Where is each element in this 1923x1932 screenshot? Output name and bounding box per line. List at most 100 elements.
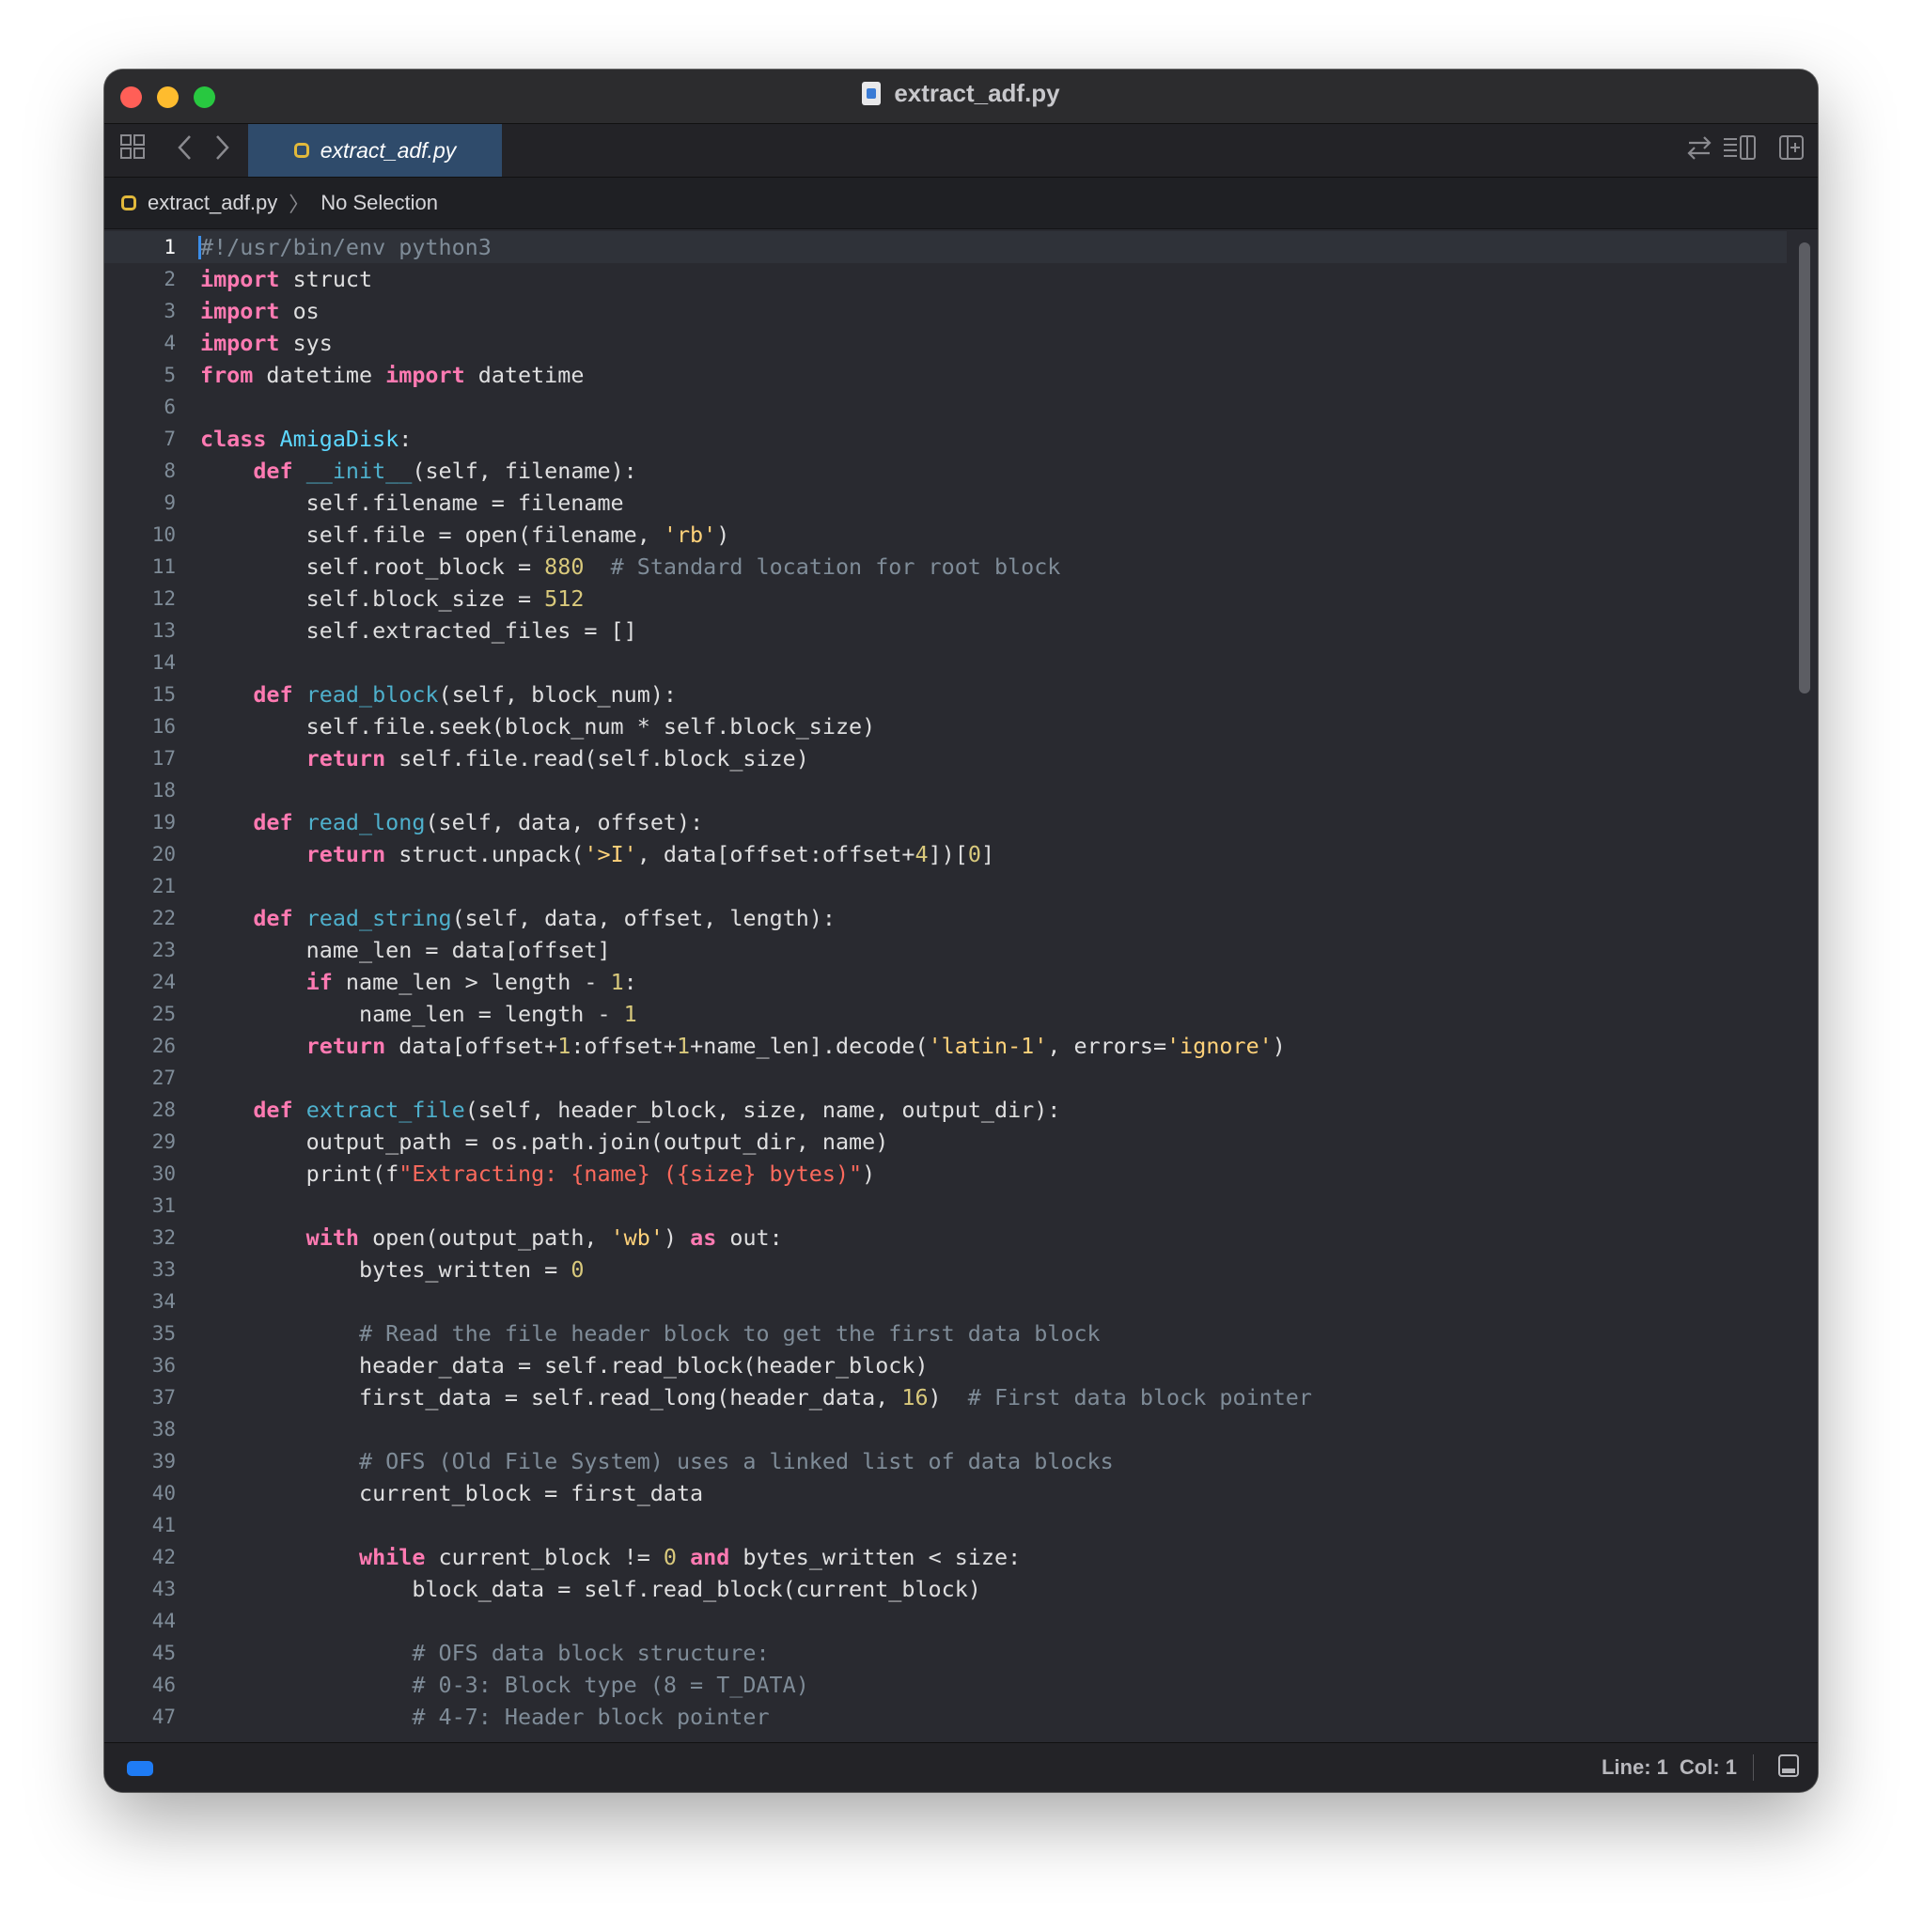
code-line[interactable]: 17 return self.file.read(self.block_size…	[104, 742, 1787, 774]
code-line[interactable]: 39 # OFS (Old File System) uses a linked…	[104, 1445, 1787, 1477]
code-line[interactable]: 6	[104, 391, 1787, 423]
code-line[interactable]: 41	[104, 1509, 1787, 1541]
code-token: )	[1272, 1033, 1286, 1059]
code-line[interactable]: 37 first_data = self.read_long(header_da…	[104, 1381, 1787, 1413]
code-line[interactable]: 45 # OFS data block structure:	[104, 1637, 1787, 1669]
code-line[interactable]: 38	[104, 1413, 1787, 1445]
code-line[interactable]: 18	[104, 774, 1787, 806]
code-line[interactable]: 19 def read_long(self, data, offset):	[104, 806, 1787, 838]
code-token: bytes_written =	[200, 1256, 571, 1283]
code-token: while	[359, 1544, 426, 1570]
code-line[interactable]: 33 bytes_written = 0	[104, 1254, 1787, 1285]
line-number: 27	[151, 1067, 176, 1089]
code-text: class AmigaDisk:	[200, 423, 412, 455]
code-line[interactable]: 35 # Read the file header block to get t…	[104, 1317, 1787, 1349]
line-number: 29	[151, 1130, 176, 1153]
code-token: )	[862, 1161, 876, 1187]
line-indicator: Line: 1	[1601, 1755, 1668, 1779]
code-line[interactable]: 31	[104, 1190, 1787, 1222]
code-line[interactable]: 30 print(f"Extracting: {name} ({size} by…	[104, 1158, 1787, 1190]
chevron-left-icon[interactable]	[176, 133, 195, 170]
code-line[interactable]: 34	[104, 1285, 1787, 1317]
line-number: 30	[151, 1162, 176, 1185]
code-line[interactable]: 9 self.filename = filename	[104, 487, 1787, 519]
status-indicator[interactable]	[127, 1761, 153, 1776]
code-line[interactable]: 26 return data[offset+1:offset+1+name_le…	[104, 1030, 1787, 1062]
breadcrumb-file[interactable]: extract_adf.py	[148, 191, 277, 215]
code-line[interactable]: 24 if name_len > length - 1:	[104, 966, 1787, 998]
code-line[interactable]: 44	[104, 1605, 1787, 1637]
code-line[interactable]: 27	[104, 1062, 1787, 1094]
code-line[interactable]: 5 from datetime import datetime	[104, 359, 1787, 391]
chevron-right-icon[interactable]	[212, 133, 231, 170]
code-line[interactable]: 40 current_block = first_data	[104, 1477, 1787, 1509]
code-token: if	[305, 969, 333, 995]
tab-extract-adf[interactable]: extract_adf.py	[248, 124, 502, 177]
code-line[interactable]: 29 output_path = os.path.join(output_dir…	[104, 1126, 1787, 1158]
code-token: class	[200, 426, 267, 452]
code-token: datetime	[253, 362, 386, 388]
line-number: 24	[151, 971, 176, 993]
code-token: datetime	[464, 362, 585, 388]
code-line[interactable]: 1 #!/usr/bin/env python3	[104, 231, 1787, 263]
code-line[interactable]: 14	[104, 647, 1787, 678]
vertical-scrollbar[interactable]	[1799, 242, 1810, 693]
code-token: ])[	[928, 841, 968, 867]
code-text: # OFS (Old File System) uses a linked li…	[200, 1445, 1114, 1477]
code-line[interactable]: 22 def read_string(self, data, offset, l…	[104, 902, 1787, 934]
code-line[interactable]: 2 import struct	[104, 263, 1787, 295]
status-divider	[1753, 1754, 1754, 1781]
code-line[interactable]: 10 self.file = open(filename, 'rb')	[104, 519, 1787, 551]
swap-arrows-icon[interactable]	[1686, 133, 1712, 170]
line-number: 26	[151, 1035, 176, 1057]
code-token: extract_file	[305, 1097, 465, 1123]
code-token: , data[offset:offset+	[636, 841, 915, 867]
code-token: 16	[901, 1384, 929, 1410]
breadcrumb-selection[interactable]: No Selection	[320, 191, 438, 215]
code-text: def read_long(self, data, offset):	[200, 806, 703, 838]
code-token: from	[200, 362, 254, 388]
code-line[interactable]: 7 class AmigaDisk:	[104, 423, 1787, 455]
code-line[interactable]: 32 with open(output_path, 'wb') as out:	[104, 1222, 1787, 1254]
code-line[interactable]: 21	[104, 870, 1787, 902]
grid-icon[interactable]	[119, 133, 146, 168]
code-line[interactable]: 4 import sys	[104, 327, 1787, 359]
title-bar: extract_adf.py	[104, 70, 1818, 124]
code-line[interactable]: 36 header_data = self.read_block(header_…	[104, 1349, 1787, 1381]
code-line[interactable]: 11 self.root_block = 880 # Standard loca…	[104, 551, 1787, 583]
code-line[interactable]: 20 return struct.unpack('>I', data[offse…	[104, 838, 1787, 870]
code-line[interactable]: 15 def read_block(self, block_num):	[104, 678, 1787, 710]
code-line[interactable]: 42 while current_block != 0 and bytes_wr…	[104, 1541, 1787, 1573]
code-line[interactable]: 28 def extract_file(self, header_block, …	[104, 1094, 1787, 1126]
breadcrumb: extract_adf.py 〉 No Selection	[104, 178, 1818, 229]
code-line[interactable]: 3 import os	[104, 295, 1787, 327]
code-line[interactable]: 12 self.block_size = 512	[104, 583, 1787, 615]
col-indicator: Col: 1	[1679, 1755, 1737, 1779]
code-line[interactable]: 13 self.extracted_files = []	[104, 615, 1787, 647]
editor-window: extract_adf.py extract_adf.py extract_ad…	[104, 70, 1818, 1792]
inspector-icon[interactable]	[1722, 133, 1758, 170]
code-token: self.filename = filename	[200, 490, 624, 516]
code-line[interactable]: 23 name_len = data[offset]	[104, 934, 1787, 966]
bottom-panel-icon[interactable]	[1778, 1754, 1799, 1777]
code-text: self.file = open(filename, 'rb')	[200, 519, 730, 551]
code-line[interactable]: 47 # 4-7: Header block pointer	[104, 1701, 1787, 1733]
code-token: self.file.read(self.block_size)	[385, 745, 809, 771]
code-line[interactable]: 8 def __init__(self, filename):	[104, 455, 1787, 487]
code-line[interactable]: 43 block_data = self.read_block(current_…	[104, 1573, 1787, 1605]
code-line[interactable]: 25 name_len = length - 1	[104, 998, 1787, 1030]
code-token: first_data = self.read_long(header_data,	[200, 1384, 902, 1410]
code-token: header_data = self.read_block(header_blo…	[200, 1352, 929, 1379]
code-token: block_data = self.read_block(current_blo…	[200, 1576, 981, 1602]
cursor-position[interactable]: Line: 1 Col: 1	[1590, 1755, 1737, 1780]
code-text: import struct	[200, 263, 372, 295]
code-editor[interactable]: 1 #!/usr/bin/env python3 2 import struct 3 im…	[104, 229, 1818, 1742]
line-number: 25	[151, 1003, 176, 1025]
add-editor-icon[interactable]	[1778, 133, 1805, 170]
code-text: header_data = self.read_block(header_blo…	[200, 1349, 929, 1381]
line-number: 34	[151, 1290, 176, 1313]
code-line[interactable]: 46 # 0-3: Block type (8 = T_DATA)	[104, 1669, 1787, 1701]
code-line[interactable]: 16 self.file.seek(block_num * self.block…	[104, 710, 1787, 742]
